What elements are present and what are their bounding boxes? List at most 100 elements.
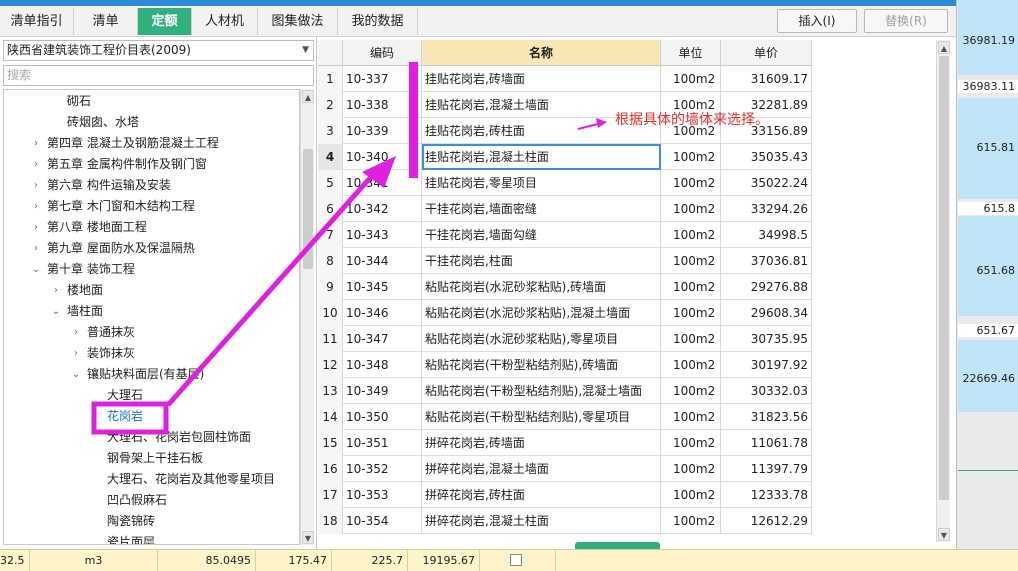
chevron-right-icon[interactable]: › <box>31 154 41 175</box>
table-row[interactable]: 15 10-351 拼碎花岗岩,砖墙面 100m2 11061.78 <box>318 430 812 456</box>
header-code[interactable]: 编码 <box>343 40 422 66</box>
tree-item-chimney[interactable]: 砖烟囱、水塔 <box>67 112 139 133</box>
row-index[interactable]: 4 <box>318 144 343 170</box>
row-index[interactable]: 1 <box>318 66 343 92</box>
row-unit[interactable]: 100m2 <box>661 508 721 534</box>
row-name[interactable]: 干挂花岗岩,墙面勾缝 <box>422 222 661 248</box>
row-name[interactable]: 粘贴花岗岩(水泥砂浆粘贴),零星项目 <box>422 326 661 352</box>
row-price[interactable]: 37036.81 <box>721 248 812 274</box>
scroll-down-icon[interactable]: ▼ <box>938 528 950 541</box>
row-code[interactable]: 10-353 <box>343 482 422 508</box>
library-select[interactable]: 陕西省建筑装饰工程价目表(2009) ▼ <box>3 40 314 61</box>
chevron-down-icon[interactable]: ⌄ <box>71 364 81 385</box>
row-price[interactable]: 11397.79 <box>721 456 812 482</box>
row-name[interactable]: 挂贴花岗岩,砖墙面 <box>422 66 661 92</box>
chevron-right-icon[interactable]: › <box>31 175 41 196</box>
table-row[interactable]: 7 10-343 干挂花岗岩,墙面勾缝 100m2 34998.5 <box>318 222 812 248</box>
row-unit[interactable]: 100m2 <box>661 456 721 482</box>
table-row[interactable]: 11 10-347 粘贴花岗岩(水泥砂浆粘贴),零星项目 100m2 30735.95 <box>318 326 812 352</box>
row-name[interactable]: 拼碎花岗岩,混凝土柱面 <box>422 508 661 534</box>
row-index[interactable]: 7 <box>318 222 343 248</box>
tab-my-data[interactable]: 我的数据 <box>338 8 418 35</box>
row-code[interactable]: 10-340 <box>343 144 422 170</box>
scroll-down-icon[interactable]: ▼ <box>302 531 314 544</box>
scroll-up-icon[interactable]: ▲ <box>302 90 314 103</box>
scroll-up-icon[interactable]: ▲ <box>938 41 950 54</box>
table-row[interactable]: 1 10-337 挂贴花岗岩,砖墙面 100m2 31609.17 <box>318 66 812 92</box>
row-unit[interactable]: 100m2 <box>661 378 721 404</box>
search-input[interactable]: 搜索 <box>3 65 314 86</box>
row-name[interactable]: 粘贴花岗岩(干粉型粘结剂贴),混凝土墙面 <box>422 378 661 404</box>
row-price[interactable]: 31609.17 <box>721 66 812 92</box>
header-price[interactable]: 单价 <box>721 40 812 66</box>
row-index[interactable]: 6 <box>318 196 343 222</box>
tree-item-ceramic-mosaic[interactable]: 陶瓷锦砖 <box>107 511 155 532</box>
chevron-down-icon[interactable]: ▼ <box>302 41 309 60</box>
row-name[interactable]: 粘贴花岗岩(干粉型粘结剂贴),零星项目 <box>422 404 661 430</box>
row-index[interactable]: 14 <box>318 404 343 430</box>
row-code[interactable]: 10-343 <box>343 222 422 248</box>
table-row[interactable]: 17 10-353 拼碎花岗岩,砖柱面 100m2 12333.78 <box>318 482 812 508</box>
row-price[interactable]: 30735.95 <box>721 326 812 352</box>
replace-button[interactable]: 替换(R) <box>864 9 948 33</box>
tree-item-floor[interactable]: 楼地面 <box>67 280 103 301</box>
row-code[interactable]: 10-341 <box>343 170 422 196</box>
tab-list[interactable]: 清单 <box>74 8 138 35</box>
row-code[interactable]: 10-348 <box>343 352 422 378</box>
row-code[interactable]: 10-352 <box>343 456 422 482</box>
splitter-handle[interactable] <box>575 542 660 549</box>
row-code[interactable]: 10-338 <box>343 92 422 118</box>
row-price[interactable]: 31823.56 <box>721 404 812 430</box>
row-name[interactable]: 粘贴花岗岩(水泥砂浆粘贴),砖墙面 <box>422 274 661 300</box>
row-code[interactable]: 10-342 <box>343 196 422 222</box>
tree-item-chapter10[interactable]: 第十章 装饰工程 <box>47 259 135 280</box>
row-code[interactable]: 10-345 <box>343 274 422 300</box>
chevron-right-icon[interactable]: › <box>71 343 81 364</box>
tree-item-chapter6[interactable]: 第六章 构件运输及安装 <box>47 175 171 196</box>
row-code[interactable]: 10-346 <box>343 300 422 326</box>
tree-item-tile-facing[interactable]: 镶贴块料面层(有基层) <box>87 364 204 385</box>
tree-item-chapter7[interactable]: 第七章 木门窗和木结构工程 <box>47 196 195 217</box>
header-name[interactable]: 名称 <box>422 40 661 66</box>
table-row[interactable]: 12 10-348 粘贴花岗岩(干粉型粘结剂贴),砖墙面 100m2 30197.92 <box>318 352 812 378</box>
row-price[interactable]: 11061.78 <box>721 430 812 456</box>
row-code[interactable]: 10-350 <box>343 404 422 430</box>
row-index[interactable]: 10 <box>318 300 343 326</box>
tree-item-chapter4[interactable]: 第四章 混凝土及钢筋混凝土工程 <box>47 133 219 154</box>
chevron-down-icon[interactable]: ⌄ <box>31 259 41 280</box>
row-unit[interactable]: 100m2 <box>661 248 721 274</box>
row-unit[interactable]: 100m2 <box>661 482 721 508</box>
table-row[interactable]: 10 10-346 粘贴花岗岩(水泥砂浆粘贴),混凝土墙面 100m2 29608.34 <box>318 300 812 326</box>
tree-item-wall-column[interactable]: 墙柱面 <box>67 301 103 322</box>
row-name[interactable]: 拼碎花岗岩,砖柱面 <box>422 482 661 508</box>
chevron-right-icon[interactable]: › <box>31 217 41 238</box>
tree-item-tile-layer[interactable]: 瓷片面层 <box>107 532 155 544</box>
row-name[interactable]: 干挂花岗岩,柱面 <box>422 248 661 274</box>
row-name[interactable]: 干挂花岗岩,墙面密缝 <box>422 196 661 222</box>
tree-item-chapter9[interactable]: 第九章 屋面防水及保温隔热 <box>47 238 195 259</box>
table-row[interactable]: 5 10-341 挂贴花岗岩,零星项目 100m2 35022.24 <box>318 170 812 196</box>
row-price[interactable]: 29276.88 <box>721 274 812 300</box>
row-unit[interactable]: 100m2 <box>661 144 721 170</box>
row-name[interactable]: 粘贴花岗岩(干粉型粘结剂贴),砖墙面 <box>422 352 661 378</box>
row-index[interactable]: 9 <box>318 274 343 300</box>
row-index[interactable]: 16 <box>318 456 343 482</box>
row-unit[interactable]: 100m2 <box>661 170 721 196</box>
row-index[interactable]: 17 <box>318 482 343 508</box>
row-price[interactable]: 30197.92 <box>721 352 812 378</box>
row-name[interactable]: 粘贴花岗岩(水泥砂浆粘贴),混凝土墙面 <box>422 300 661 326</box>
chevron-right-icon[interactable]: › <box>31 238 41 259</box>
table-row[interactable]: 16 10-352 拼碎花岗岩,混凝土墙面 100m2 11397.79 <box>318 456 812 482</box>
row-unit[interactable]: 100m2 <box>661 300 721 326</box>
row-name[interactable]: 拼碎花岗岩,混凝土墙面 <box>422 456 661 482</box>
row-price[interactable]: 12612.29 <box>721 508 812 534</box>
tree-scrollbar[interactable]: ▲ ▼ <box>300 89 314 545</box>
row-name[interactable]: 挂贴花岗岩,混凝土柱面 <box>422 144 661 170</box>
table-row[interactable]: 6 10-342 干挂花岗岩,墙面密缝 100m2 33294.26 <box>318 196 812 222</box>
tree-item-chapter8[interactable]: 第八章 楼地面工程 <box>47 217 147 238</box>
row-unit[interactable]: 100m2 <box>661 274 721 300</box>
row-price[interactable]: 29608.34 <box>721 300 812 326</box>
row-index[interactable]: 12 <box>318 352 343 378</box>
table-row[interactable]: 8 10-344 干挂花岗岩,柱面 100m2 37036.81 <box>318 248 812 274</box>
table-row[interactable]: 13 10-349 粘贴花岗岩(干粉型粘结剂贴),混凝土墙面 100m2 30332.0… <box>318 378 812 404</box>
